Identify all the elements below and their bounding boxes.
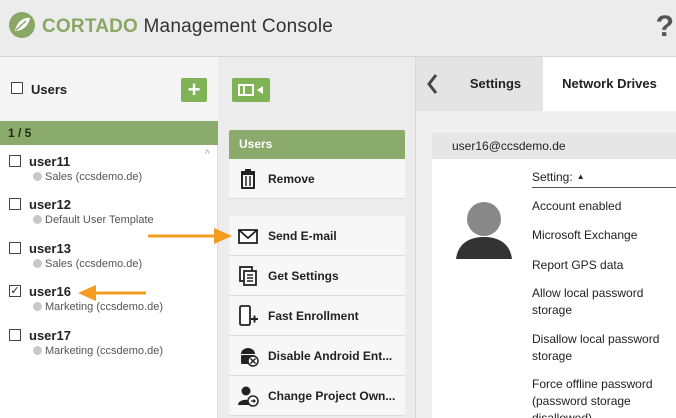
user-name: user17 [29,328,71,343]
setting-item[interactable]: Force offline password (password storage… [532,376,672,418]
chevron-left-icon[interactable] [416,57,448,111]
help-icon[interactable]: ? [656,10,674,44]
annotation-arrow-user16 [78,285,146,301]
menu-item-label: Remove [268,172,315,186]
user-row[interactable]: user17 Marketing (ccsdemo.de) [0,328,218,372]
settings-copy-icon [239,266,257,286]
arrow-left-icon [257,86,263,94]
user-group-label: Default User Template [45,214,154,226]
user-group-label: Marketing (ccsdemo.de) [45,345,163,357]
users-list-title: Users [31,82,68,97]
user-group: Default User Template [33,214,154,226]
group-icon [33,346,42,355]
panel-icon [238,84,254,96]
user-settings-card: user16@ccsdemo.de Setting: ▲ Account enab… [432,133,676,418]
user-checkbox[interactable] [9,198,21,210]
collapse-panel-button[interactable] [232,78,270,102]
user-checkbox[interactable] [9,242,21,254]
setting-header-label: Setting: [532,170,573,184]
send-email-button[interactable]: Send E-mail [229,216,405,256]
group-icon [33,259,42,268]
user-name: user13 [29,241,71,256]
app-header: CORTADO Management Console ? [0,0,676,57]
mail-icon [238,229,258,244]
menu-item-label: Fast Enrollment [268,309,359,323]
setting-item[interactable]: Microsoft Exchange [532,227,672,244]
user-name: user16 [29,284,71,299]
user-group-label: Sales (ccsdemo.de) [45,171,143,183]
actions-menu-header: Users [229,130,405,159]
user-row[interactable]: user11 Sales (ccsdemo.de) [0,154,218,198]
annotation-arrow-send-email [148,228,232,244]
brand-name: CORTADO [42,16,139,37]
group-icon [33,215,42,224]
android-disable-icon [241,348,259,367]
user-name: user12 [29,197,71,212]
group-icon [33,302,42,311]
menu-item-label: Send E-mail [268,229,337,243]
menu-item-label: Disable Android Ent... [268,349,393,363]
cortado-leaf-logo-icon [9,12,35,38]
setting-item[interactable]: Allow local password storage [532,285,672,319]
tab-network-drives[interactable]: Network Drives [543,57,676,111]
user-name: user11 [29,154,71,169]
user-group: Marketing (ccsdemo.de) [33,345,163,357]
menu-item-label: Change Project Own... [268,389,396,403]
select-all-checkbox[interactable] [11,82,23,94]
sort-up-icon: ▲ [576,172,585,181]
disable-android-enterprise-button[interactable]: Disable Android Ent... [229,336,405,376]
users-list-header: Users + [0,57,218,121]
setting-sort-header[interactable]: Setting: ▲ [532,170,676,188]
setting-item[interactable]: Disallow local password storage [532,331,672,365]
user-group-label: Sales (ccsdemo.de) [45,258,143,270]
details-tab-bar: Settings Network Drives [416,57,676,111]
remove-user-button[interactable]: Remove [229,159,405,199]
phone-plus-icon [239,305,258,326]
details-content: user16@ccsdemo.de Setting: ▲ Account enab… [416,111,676,418]
setting-item[interactable]: Report GPS data [532,257,672,274]
change-project-owner-button[interactable]: Change Project Own... [229,376,405,416]
user-avatar-icon [456,202,512,259]
user-checkbox-checked[interactable]: ✓ [9,285,21,297]
actions-panel: Users Remove Send E-mail Get Settings Fa… [218,57,416,418]
user-details-panel: Settings Network Drives user16@ccsdemo.d… [416,57,676,418]
user-row[interactable]: user13 Sales (ccsdemo.de) [0,241,218,285]
user-change-icon [238,386,259,407]
app-title: CORTADO Management Console [42,16,333,38]
add-user-button[interactable]: + [181,78,207,102]
setting-item[interactable]: Account enabled [532,198,672,215]
fast-enrollment-button[interactable]: Fast Enrollment [229,296,405,336]
tab-settings[interactable]: Settings [448,57,543,111]
user-checkbox[interactable] [9,329,21,341]
group-icon [33,172,42,181]
brand-subtitle: Management Console [138,16,334,37]
user-checkbox[interactable] [9,155,21,167]
page-indicator: 1 / 5 [0,121,218,145]
menu-item-label: Get Settings [268,269,339,283]
user-email: user16@ccsdemo.de [432,133,676,159]
user-group: Sales (ccsdemo.de) [33,171,142,183]
user-group: Sales (ccsdemo.de) [33,258,142,270]
get-settings-button[interactable]: Get Settings [229,256,405,296]
trash-icon [241,169,255,189]
